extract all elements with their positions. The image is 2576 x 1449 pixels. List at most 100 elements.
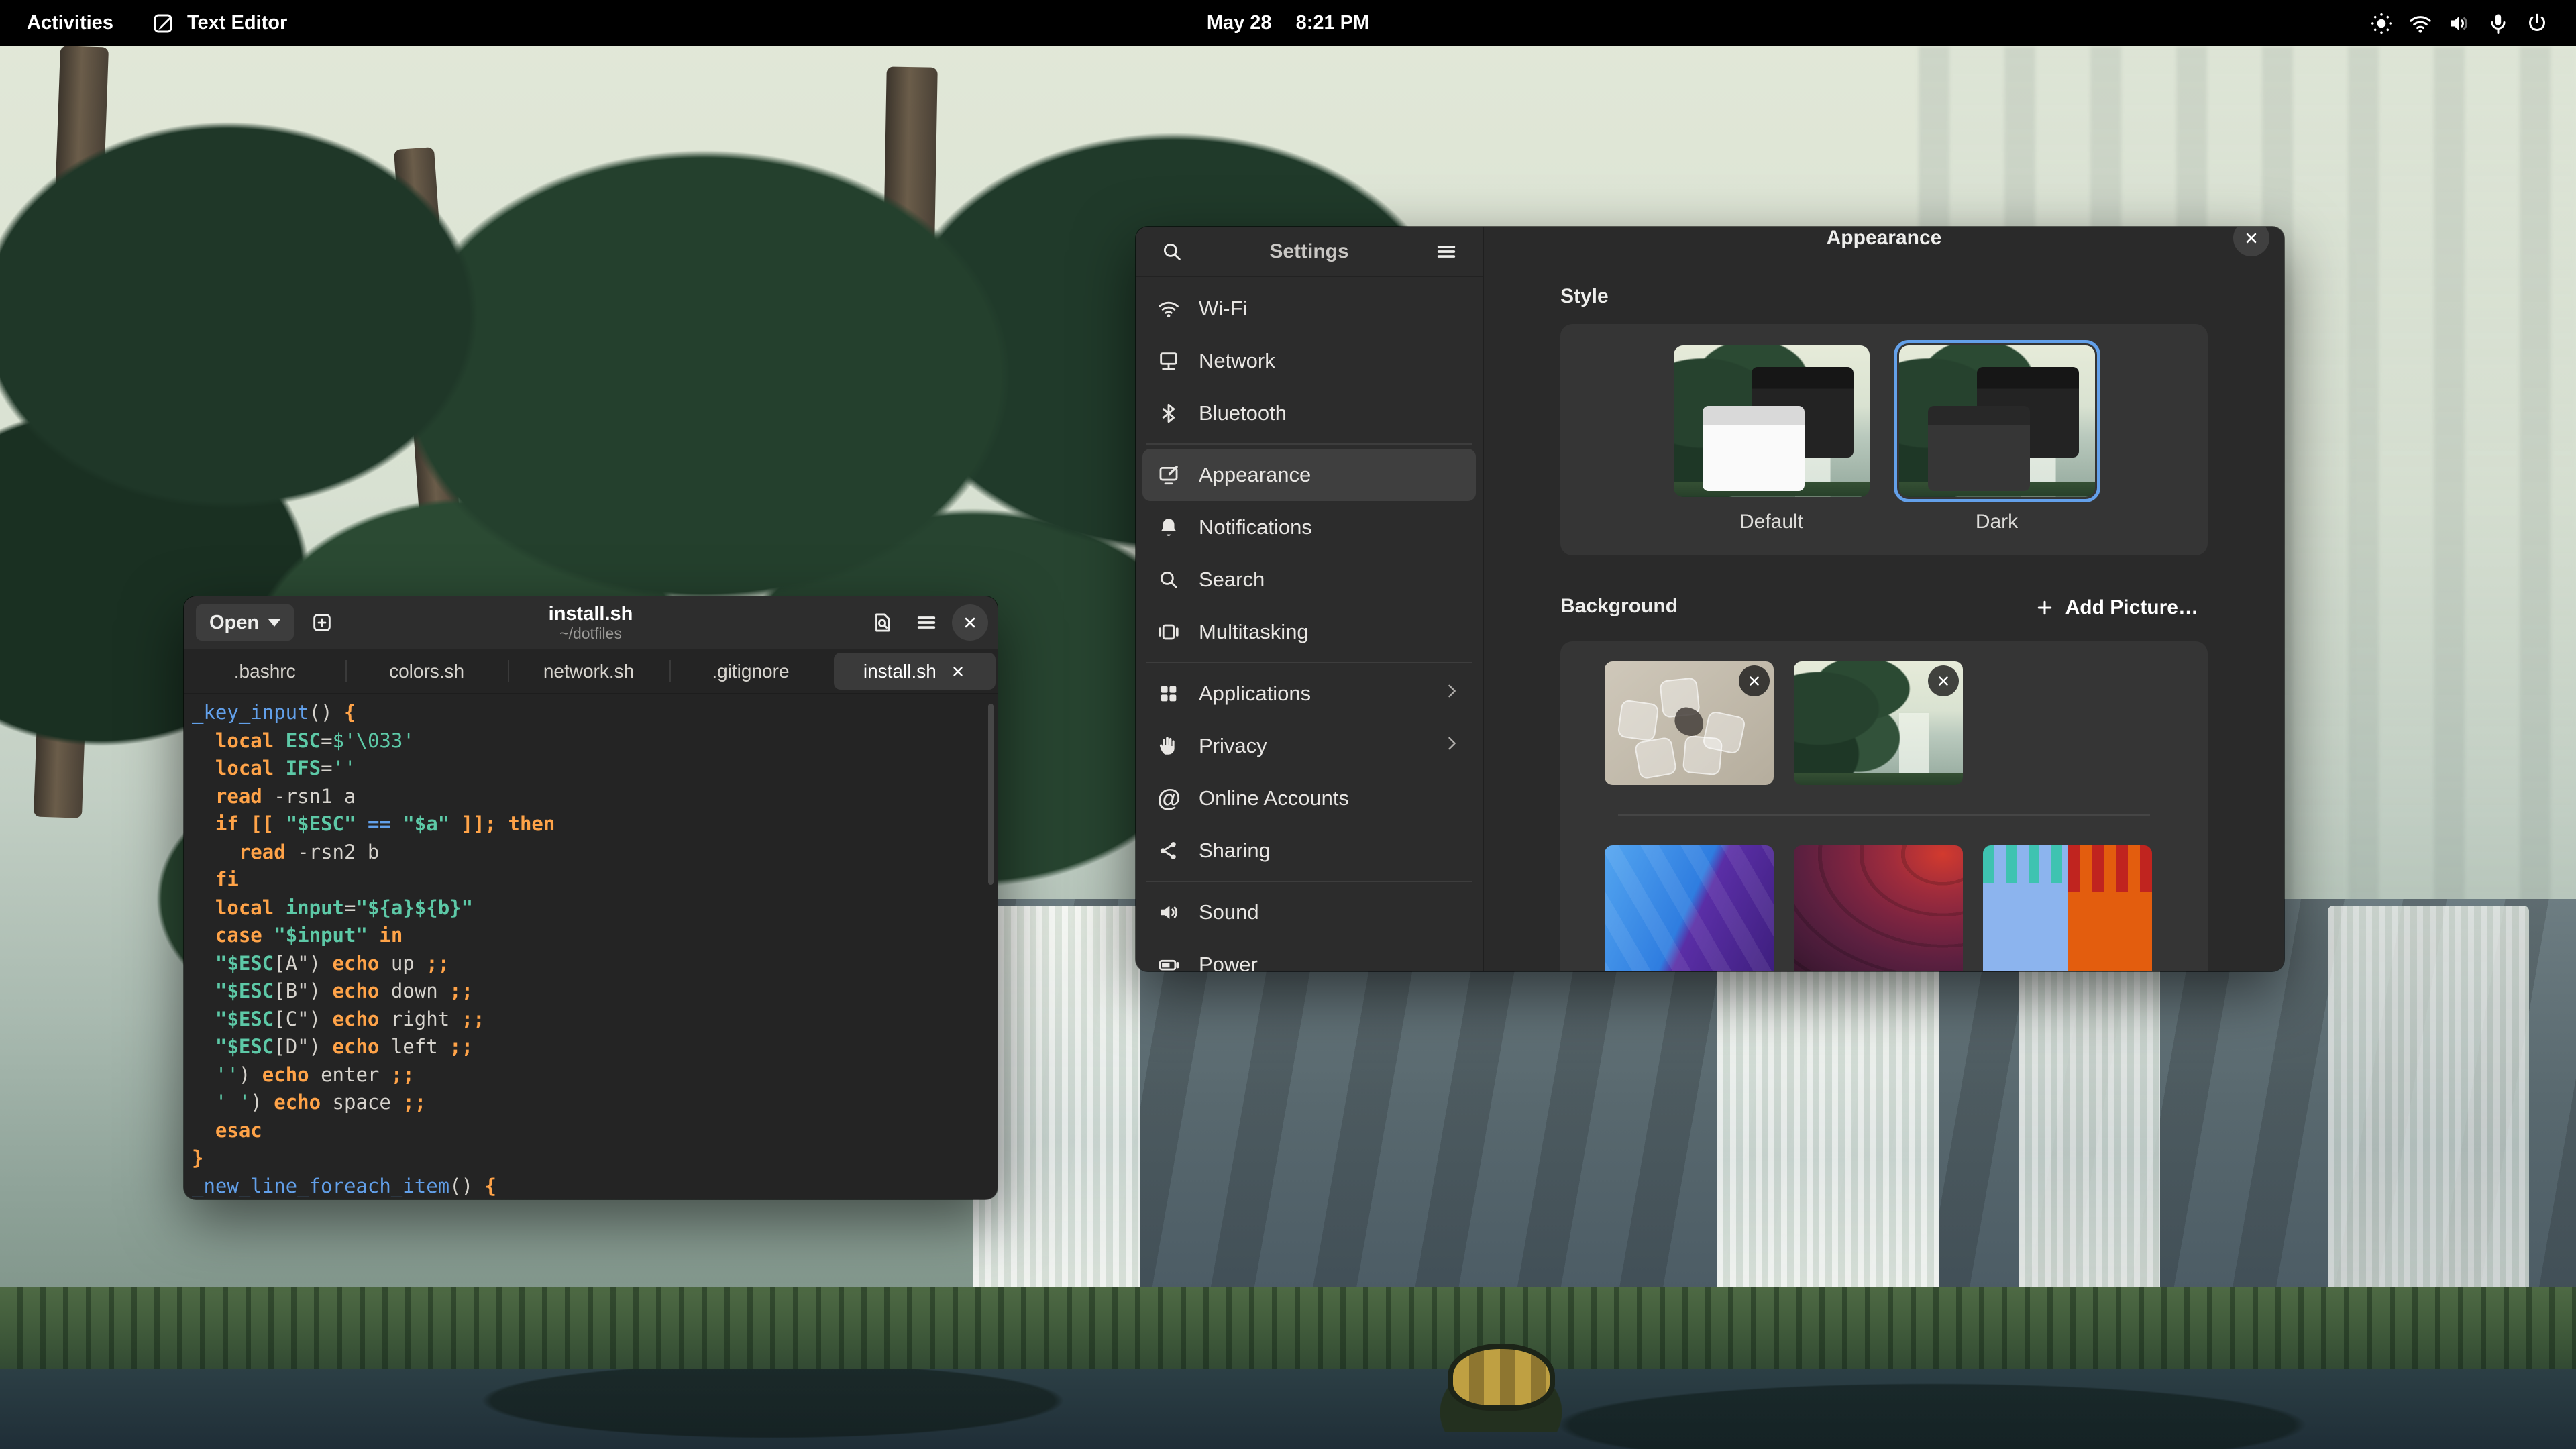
document-search-button[interactable] [863, 604, 901, 641]
sidebar-item-label: Multitasking [1199, 620, 1309, 644]
tab-colors-sh[interactable]: colors.sh [345, 649, 507, 693]
sidebar-item-power[interactable]: Power [1142, 938, 1476, 971]
focused-app-menu[interactable]: Text Editor [151, 11, 287, 36]
sidebar-item-online-accounts[interactable]: @Online Accounts [1142, 772, 1476, 824]
search-button[interactable] [1153, 233, 1191, 270]
waterfall [2019, 932, 2160, 1335]
sidebar-headerbar: Settings [1136, 227, 1483, 277]
open-document-button[interactable]: Open [196, 604, 294, 641]
appearance-panel: Appearance Style DefaultDark Background … [1484, 227, 2284, 971]
wallpaper-thumb-drool[interactable] [1983, 845, 2152, 971]
menu-button[interactable] [908, 604, 945, 641]
turtle-shell [1448, 1344, 1555, 1411]
text-editor-app-icon [151, 11, 175, 36]
panel-title: Appearance [1827, 227, 1942, 250]
sidebar-item-sharing[interactable]: Sharing [1142, 824, 1476, 877]
code-area[interactable]: _key_input() { local ESC=$'\033' local I… [184, 694, 998, 1199]
style-option-dark[interactable]: Dark [1899, 345, 2095, 533]
system-tray[interactable] [2369, 11, 2549, 36]
code-line: local input="${a}${b}" [192, 894, 989, 922]
apps-icon [1157, 682, 1180, 705]
close-tab-icon[interactable] [950, 663, 966, 680]
add-picture-button[interactable]: Add Picture… [2025, 591, 2208, 625]
tab-label: .bashrc [234, 661, 296, 682]
tab-label: install.sh [863, 661, 936, 682]
mock-window-front [1703, 406, 1805, 491]
activities-button[interactable]: Activities [27, 12, 113, 34]
wallpaper-art-pixels [1605, 845, 1774, 971]
waterfall [1717, 919, 1939, 1348]
style-option-label: Dark [1899, 511, 2095, 533]
wallpaper-separator [1618, 814, 2150, 816]
wallpaper-thumb-fold[interactable] [1794, 845, 1963, 971]
sidebar-item-wi-fi[interactable]: Wi-Fi [1142, 282, 1476, 335]
sidebar-item-bluetooth[interactable]: Bluetooth [1142, 387, 1476, 439]
style-thumb-dark[interactable] [1899, 345, 2095, 497]
sidebar-item-privacy[interactable]: Privacy [1142, 720, 1476, 772]
preset-wallpapers-row [1605, 845, 2163, 971]
network-icon [1157, 350, 1180, 372]
separator [1146, 662, 1472, 663]
settings-sidebar: Settings Wi-FiNetwork Bluetooth Appearance… [1136, 227, 1484, 971]
text-editor-window: Open install.sh ~/dotfiles [184, 596, 998, 1199]
code-line: esac [192, 1117, 989, 1145]
sidebar-menu-button[interactable] [1428, 233, 1465, 270]
style-thumb-default[interactable] [1674, 345, 1870, 497]
volume-icon[interactable] [2447, 11, 2471, 36]
tab-network-sh[interactable]: network.sh [508, 649, 669, 693]
wallpaper-thumb-forest[interactable] [1794, 661, 1963, 785]
clock[interactable]: May 28 8:21 PM [1207, 12, 1369, 34]
tab--bashrc[interactable]: .bashrc [184, 649, 345, 693]
battery-icon [1157, 953, 1180, 971]
code-line: local ESC=$'\033' [192, 727, 989, 755]
wallpaper-art-drool [1983, 845, 2152, 971]
sidebar-item-network[interactable]: Network [1142, 335, 1476, 387]
code-line: ' ') echo space ;; [192, 1089, 989, 1117]
style-option-default[interactable]: Default [1674, 345, 1870, 533]
code-line: "$ESC[B") echo down ;; [192, 977, 989, 1006]
open-button-label: Open [209, 612, 259, 634]
new-tab-button[interactable] [303, 604, 341, 641]
mock-window-front [1928, 406, 2030, 491]
wallpaper-pond [0, 1368, 2576, 1449]
panel-body: Style DefaultDark Background Add Picture… [1484, 250, 2284, 971]
microphone-icon[interactable] [2486, 11, 2510, 36]
sidebar-item-label: Appearance [1199, 463, 1311, 487]
appearance-icon [1157, 464, 1180, 486]
sidebar-item-applications[interactable]: Applications [1142, 667, 1476, 720]
sidebar-item-notifications[interactable]: Notifications [1142, 501, 1476, 553]
settings-title: Settings [1269, 240, 1348, 263]
sidebar-item-search[interactable]: Search [1142, 553, 1476, 606]
background-section-label: Background [1560, 595, 1678, 621]
tab--gitignore[interactable]: .gitignore [669, 649, 831, 693]
wifi-icon[interactable] [2408, 11, 2432, 36]
sidebar-item-multitasking[interactable]: Multitasking [1142, 606, 1476, 658]
power-icon[interactable] [2525, 11, 2549, 36]
multitasking-icon [1157, 621, 1180, 643]
document-title: install.sh ~/dotfiles [549, 603, 633, 642]
tab-label: .gitignore [712, 661, 789, 682]
tab-label: colors.sh [389, 661, 464, 682]
document-name: install.sh [549, 603, 633, 625]
editor-scrollbar[interactable] [988, 704, 994, 885]
sidebar-item-label: Bluetooth [1199, 401, 1287, 425]
remove-wallpaper-button[interactable] [1928, 665, 1959, 696]
user-wallpapers-row [1605, 661, 2163, 785]
code-line: local IFS='' [192, 755, 989, 783]
close-window-button[interactable] [952, 604, 988, 641]
code-line: "$ESC[C") echo right ;; [192, 1006, 989, 1034]
sidebar-item-appearance[interactable]: Appearance [1142, 449, 1476, 501]
code-line: _new_line_foreach_item() { [192, 1173, 989, 1200]
sidebar-item-label: Sound [1199, 900, 1259, 924]
code-line: fi [192, 866, 989, 894]
sidebar-item-label: Applications [1199, 682, 1311, 706]
search-icon [1157, 568, 1180, 591]
wifi-icon [1157, 297, 1180, 320]
tab-install-sh[interactable]: install.sh [834, 653, 996, 690]
night-light-icon[interactable] [2369, 11, 2394, 36]
remove-wallpaper-button[interactable] [1739, 665, 1770, 696]
background-card [1560, 641, 2208, 971]
sidebar-item-sound[interactable]: Sound [1142, 886, 1476, 938]
wallpaper-thumb-pixels[interactable] [1605, 845, 1774, 971]
wallpaper-thumb-abstract-light[interactable] [1605, 661, 1774, 785]
